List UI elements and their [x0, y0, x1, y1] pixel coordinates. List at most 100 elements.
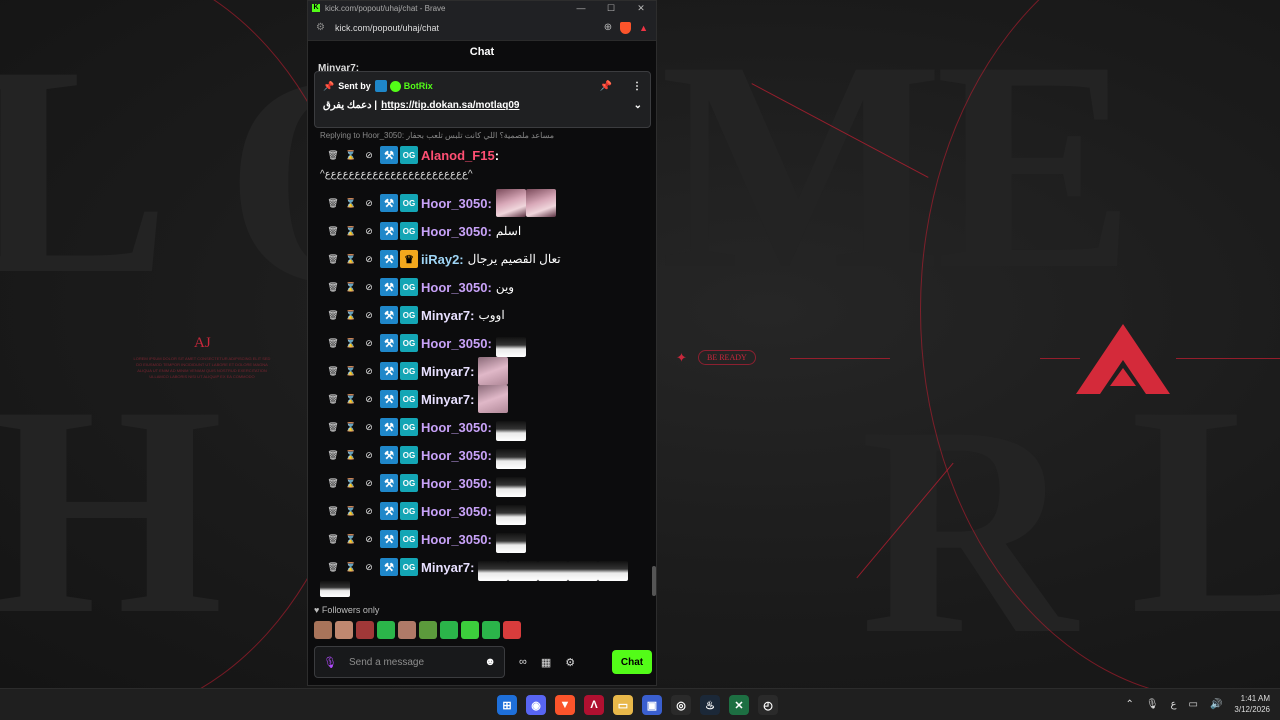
timeout-icon[interactable]: ⌛: [342, 562, 360, 573]
username[interactable]: Alanod_F15: [421, 148, 495, 163]
delete-icon[interactable]: 🗑: [324, 226, 342, 237]
store-icon[interactable]: ▦: [541, 656, 551, 669]
chevron-down-icon[interactable]: ⌄: [634, 100, 642, 111]
timeout-icon[interactable]: ⌛: [342, 282, 360, 293]
delete-icon[interactable]: 🗑: [324, 338, 342, 349]
excel-icon[interactable]: ✕: [729, 695, 749, 715]
timeout-icon[interactable]: ⌛: [342, 366, 360, 377]
delete-icon[interactable]: 🗑: [324, 254, 342, 265]
delete-icon[interactable]: 🗑: [324, 450, 342, 461]
ban-icon[interactable]: ⊘: [360, 254, 378, 265]
delete-icon[interactable]: 🗑: [324, 478, 342, 489]
apex-icon[interactable]: Λ: [584, 695, 604, 715]
timeout-icon[interactable]: ⌛: [342, 338, 360, 349]
ban-icon[interactable]: ⊘: [360, 394, 378, 405]
delete-icon[interactable]: 🗑: [324, 366, 342, 377]
site-settings-icon[interactable]: ⚙: [316, 22, 325, 33]
timeout-icon[interactable]: ⌛: [342, 254, 360, 265]
emote-button[interactable]: [419, 621, 437, 639]
username[interactable]: Minyar7:: [421, 308, 474, 323]
delete-icon[interactable]: 🗑: [324, 310, 342, 321]
timeout-icon[interactable]: ⌛: [342, 310, 360, 321]
url-text[interactable]: kick.com/popout/uhaj/chat: [335, 23, 596, 33]
timeout-icon[interactable]: ⌛: [342, 478, 360, 489]
ban-icon[interactable]: ⊘: [360, 198, 378, 209]
timeout-icon[interactable]: ⌛: [342, 506, 360, 517]
language-indicator[interactable]: ع: [1171, 699, 1177, 710]
username[interactable]: Hoor_3050:: [421, 448, 492, 463]
file-explorer-icon[interactable]: ▭: [613, 695, 633, 715]
chat-scrollbar[interactable]: [652, 566, 656, 596]
ban-icon[interactable]: ⊘: [360, 506, 378, 517]
emote-button[interactable]: [314, 621, 332, 639]
delete-icon[interactable]: 🗑: [324, 282, 342, 293]
ban-icon[interactable]: ⊘: [360, 150, 378, 161]
username[interactable]: Hoor_3050:: [421, 532, 492, 547]
message-placeholder[interactable]: Send a message: [349, 657, 484, 668]
rewards-triangle-icon[interactable]: ▲: [639, 23, 648, 33]
delete-icon[interactable]: 🗑: [324, 150, 342, 161]
timeout-icon[interactable]: ⌛: [342, 394, 360, 405]
ban-icon[interactable]: ⊘: [360, 478, 378, 489]
username[interactable]: Hoor_3050:: [421, 504, 492, 519]
ban-icon[interactable]: ⊘: [360, 534, 378, 545]
ban-icon[interactable]: ⊘: [360, 226, 378, 237]
message-input[interactable]: 🎙 Send a message ☻: [314, 646, 505, 678]
obs-icon[interactable]: ◎: [671, 695, 691, 715]
ban-icon[interactable]: ⊘: [360, 338, 378, 349]
username[interactable]: Hoor_3050:: [421, 196, 492, 211]
username[interactable]: Hoor_3050:: [421, 420, 492, 435]
microphone-tray-icon[interactable]: 🎙: [1146, 699, 1159, 710]
ban-icon[interactable]: ⊘: [360, 310, 378, 321]
delete-icon[interactable]: 🗑: [324, 394, 342, 405]
steam-icon[interactable]: ♨: [700, 695, 720, 715]
timeout-icon[interactable]: ⌛: [342, 450, 360, 461]
network-icon[interactable]: ▭: [1189, 699, 1198, 710]
delete-icon[interactable]: 🗑: [324, 562, 342, 573]
timeout-icon[interactable]: ⌛: [342, 198, 360, 209]
delete-icon[interactable]: 🗑: [324, 506, 342, 517]
timeout-icon[interactable]: ⌛: [342, 534, 360, 545]
microphone-icon[interactable]: 🎙: [323, 656, 337, 669]
emote-button[interactable]: [377, 621, 395, 639]
emoji-icon[interactable]: ☻: [484, 656, 496, 668]
delete-icon[interactable]: 🗑: [324, 198, 342, 209]
emote-button[interactable]: [503, 621, 521, 639]
kicks-icon[interactable]: ∞: [519, 656, 527, 668]
username[interactable]: Hoor_3050:: [421, 336, 492, 351]
unpin-icon[interactable]: 📌: [600, 81, 612, 92]
close-button[interactable]: ✕: [626, 3, 656, 14]
ban-icon[interactable]: ⊘: [360, 562, 378, 573]
clock-app-icon[interactable]: ◴: [758, 695, 778, 715]
emote-button[interactable]: [461, 621, 479, 639]
start-icon[interactable]: ⊞: [497, 695, 517, 715]
username[interactable]: Minyar7:: [421, 392, 474, 407]
brave-shield-icon[interactable]: [620, 21, 632, 34]
delete-icon[interactable]: 🗑: [324, 422, 342, 433]
username[interactable]: Minyar7:: [421, 560, 474, 575]
username[interactable]: iiRay2:: [421, 252, 464, 267]
username[interactable]: Minyar7:: [421, 364, 474, 379]
pinned-message[interactable]: 📌 Sent by BotRix 📌 ⋮ دعمك يفرق | https:/…: [314, 71, 651, 128]
emote-button[interactable]: [440, 621, 458, 639]
username[interactable]: Hoor_3050:: [421, 224, 492, 239]
delete-icon[interactable]: 🗑: [324, 534, 342, 545]
clock[interactable]: 1:41 AM 3/12/2026: [1234, 693, 1270, 715]
emote-button[interactable]: [482, 621, 500, 639]
app-icon[interactable]: ▣: [642, 695, 662, 715]
minimize-button[interactable]: —: [566, 3, 596, 13]
username[interactable]: Hoor_3050:: [421, 476, 492, 491]
maximize-button[interactable]: ☐: [596, 3, 626, 14]
username[interactable]: Hoor_3050:: [421, 280, 492, 295]
brave-icon[interactable]: ▼: [555, 695, 575, 715]
emote-button[interactable]: [335, 621, 353, 639]
chevron-up-icon[interactable]: ⌃: [1125, 699, 1133, 710]
emote-button[interactable]: [398, 621, 416, 639]
settings-icon[interactable]: ⚙: [565, 656, 575, 669]
more-options-icon[interactable]: ⋮: [632, 81, 642, 92]
zoom-icon[interactable]: ⊕: [604, 22, 612, 33]
ban-icon[interactable]: ⊘: [360, 366, 378, 377]
discord-icon[interactable]: ◉: [526, 695, 546, 715]
timeout-icon[interactable]: ⌛: [342, 422, 360, 433]
ban-icon[interactable]: ⊘: [360, 450, 378, 461]
